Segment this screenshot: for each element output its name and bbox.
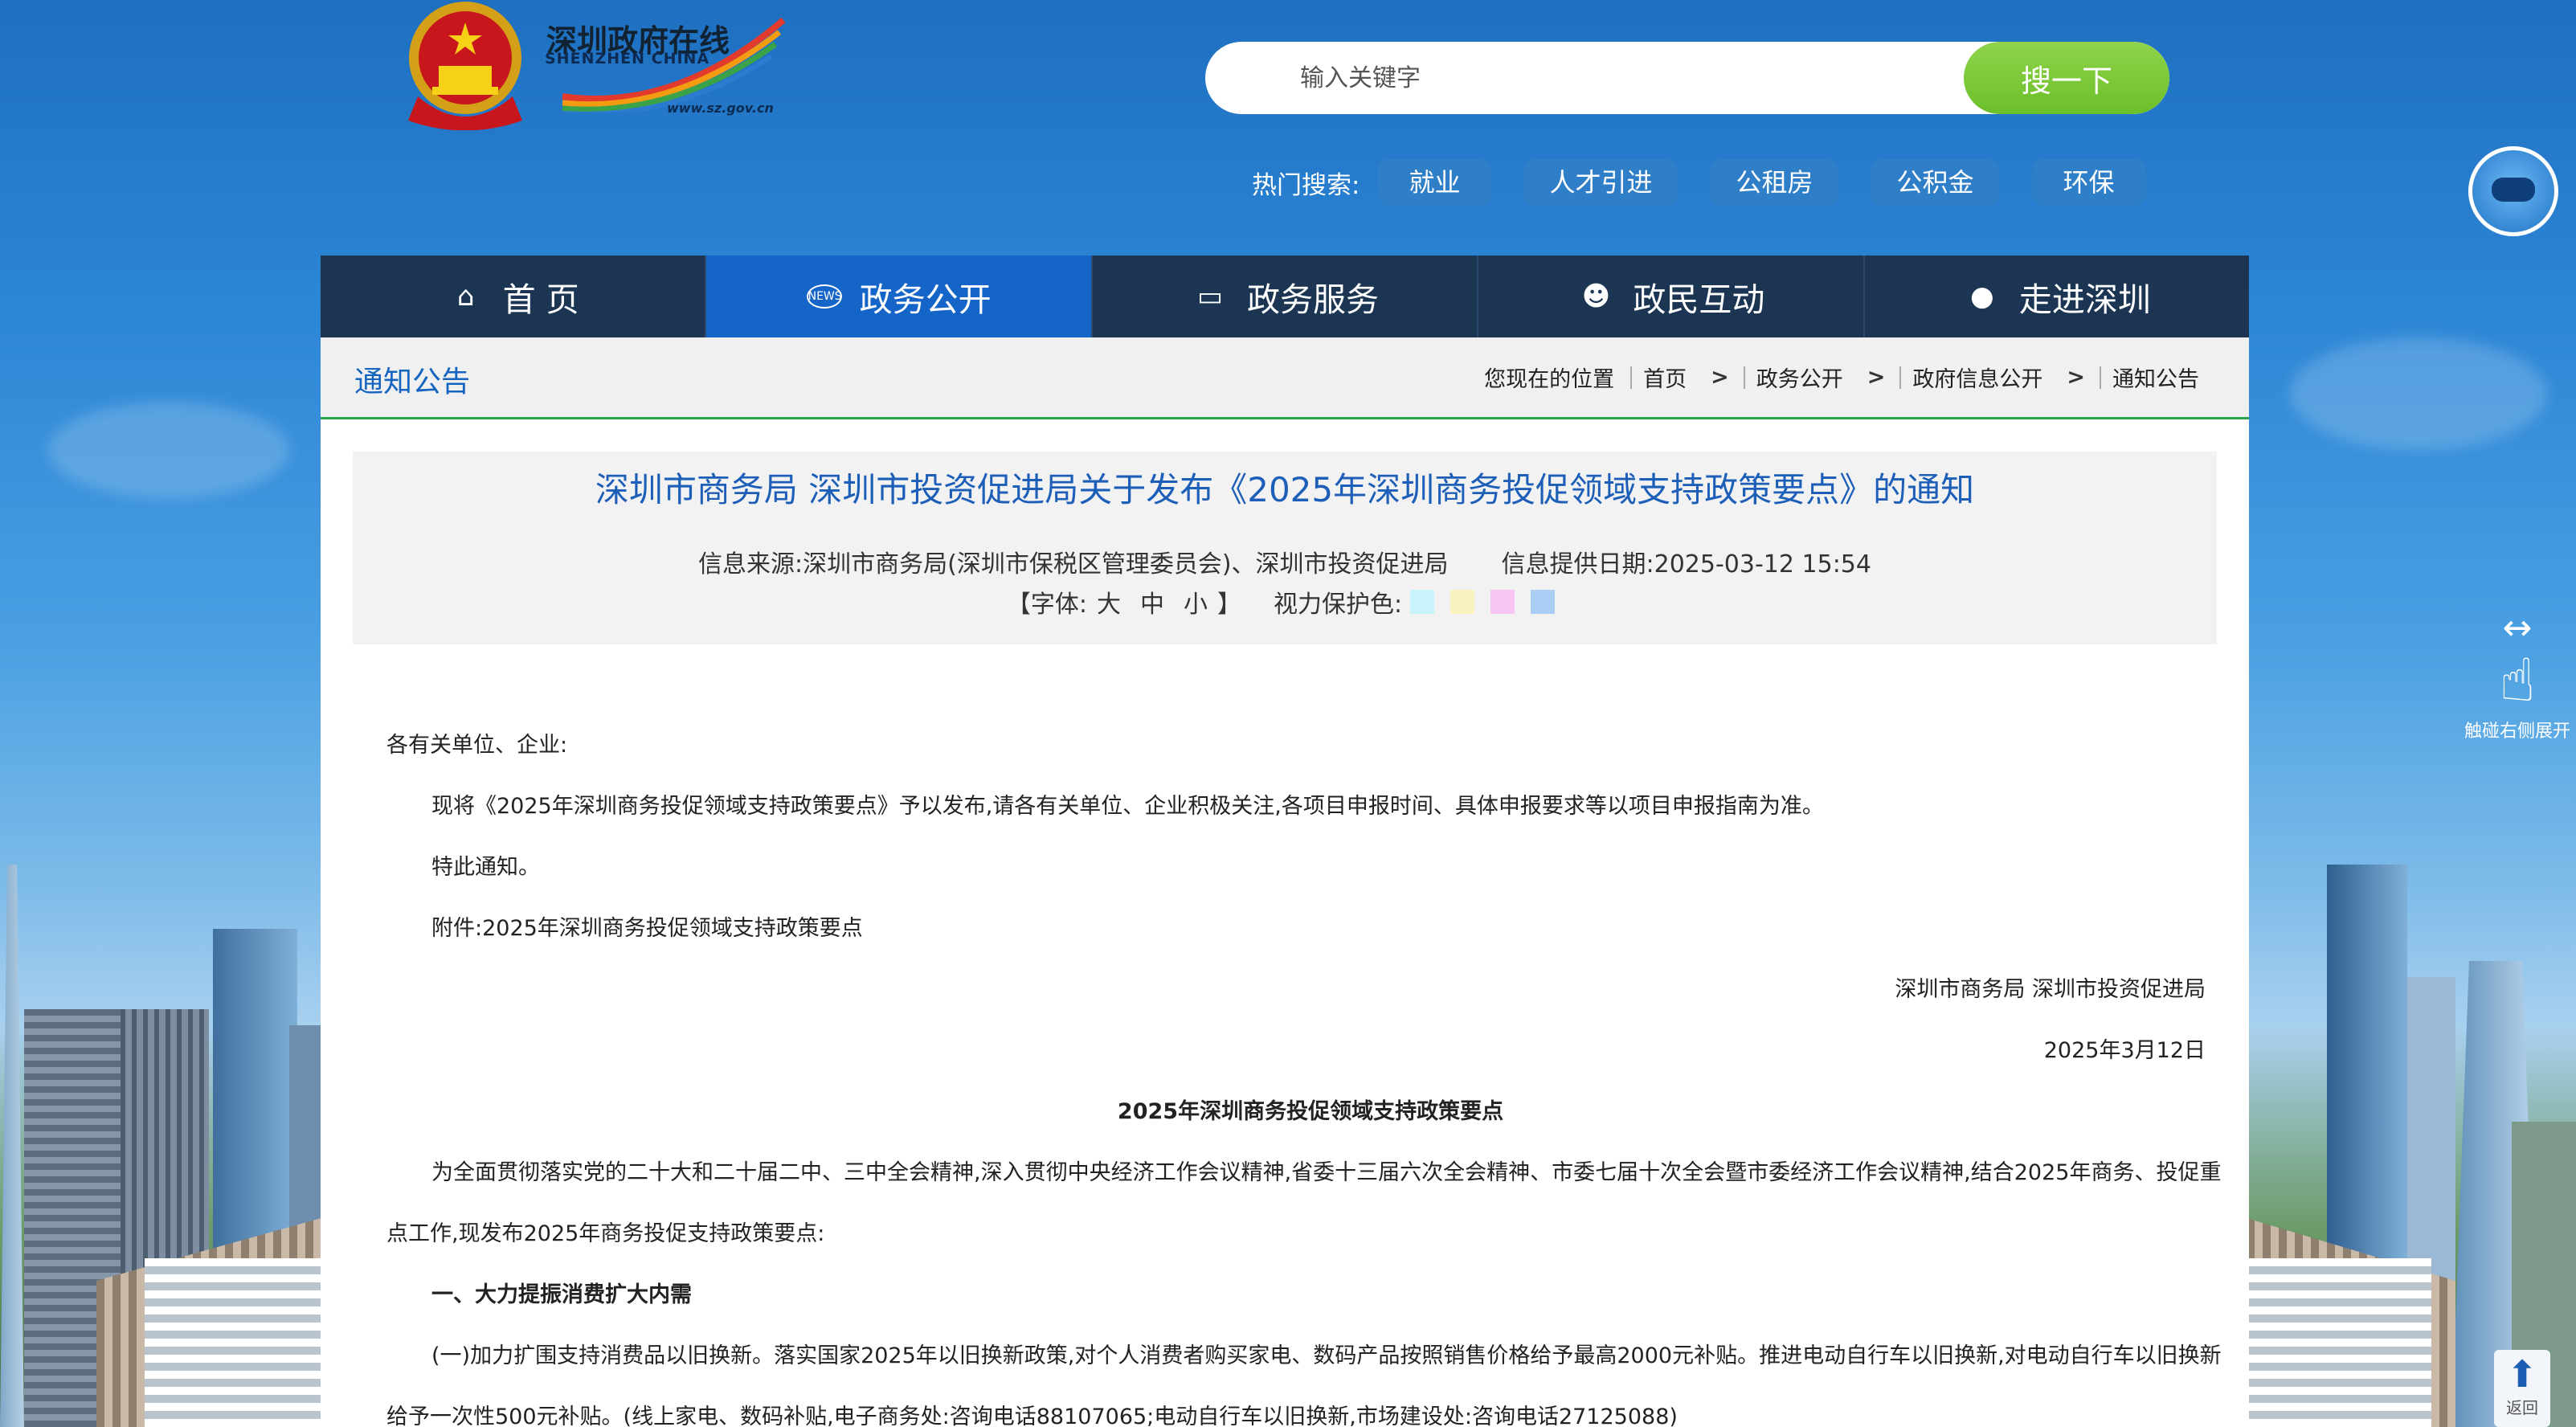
paragraph: 为全面贯彻落实党的二十大和二十届二中、三中全会精神,深入贯彻中央经济工作会议精神… <box>386 1160 2222 1246</box>
nav-government-affairs-label: 政务公开 <box>859 280 992 319</box>
site-logo[interactable]: 深圳政府在线 SHENZHEN CHINA www.sz.gov.cn <box>402 0 787 133</box>
font-size-controls: 【字体: 大 中 小 】 视力保护色: <box>353 584 2217 619</box>
eye-color-blue-swatch[interactable] <box>1531 590 1556 614</box>
font-large-button[interactable]: 大 <box>1097 584 1121 619</box>
nav-about-shenzhen-label: 走进深圳 <box>2018 280 2151 319</box>
logo-url-text: www.sz.gov.cn <box>667 100 774 116</box>
paragraph: 各有关单位、企业: <box>386 733 568 758</box>
hot-tag-employment[interactable]: 就业 <box>1377 159 1492 206</box>
eye-color-cyan-swatch[interactable] <box>1410 590 1435 614</box>
breadcrumb-notices[interactable]: 通知公告 <box>2112 362 2199 393</box>
breadcrumb: 您现在的位置 首页 > 政务公开 > 政府信息公开 > 通知公告 <box>1484 362 2199 393</box>
search-input[interactable] <box>1205 42 1964 114</box>
hot-search-label: 热门搜索: <box>1252 170 1360 200</box>
eye-color-yellow-swatch[interactable] <box>1450 590 1475 614</box>
breadcrumb-info-disclosure[interactable]: 政府信息公开 <box>1912 362 2042 393</box>
breadcrumb-home[interactable]: 首页 <box>1643 362 1687 393</box>
nav-public-interaction-label: 政民互动 <box>1633 280 1765 319</box>
attachment-link[interactable]: 附件:2025年深圳商务投促领域支持政策要点 <box>386 898 2235 959</box>
font-label: 【字体: <box>1006 591 1087 619</box>
article-title: 深圳市商务局 深圳市投资促进局关于发布《2025年深圳商务投促领域支持政策要点》… <box>595 470 1975 509</box>
chat-icon: ● <box>1969 280 1994 313</box>
nav-about-shenzhen[interactable]: ● 走进深圳 <box>1865 256 2249 337</box>
hot-tag-housing-fund[interactable]: 公积金 <box>1871 159 2000 206</box>
news-icon: NEWS <box>806 284 842 309</box>
search-bar: 搜一下 <box>1205 42 2169 114</box>
nav-government-services-label: 政务服务 <box>1247 280 1380 319</box>
hot-search: 热门搜索: 就业 人才引进 公租房 公积金 环保 <box>1252 159 2178 206</box>
side-expand-hint[interactable]: ↔ ☝ 触碰右侧展开 <box>2459 607 2576 749</box>
signature-org: 深圳市商务局 深圳市投资促进局 <box>1895 977 2206 1002</box>
article-body: 各有关单位、企业: 现将《2025年深圳商务投促领域支持政策要点》予以发布,请各… <box>386 715 2235 1427</box>
font-medium-button[interactable]: 中 <box>1140 584 1164 619</box>
nav-government-services[interactable]: ▭ 政务服务 <box>1093 256 1479 337</box>
font-small-button[interactable]: 小 <box>1184 584 1208 619</box>
eye-color-pink-swatch[interactable] <box>1490 590 1515 614</box>
hot-tag-public-housing[interactable]: 公租房 <box>1710 159 1839 206</box>
eye-protection-label: 视力保护色: <box>1274 591 1403 619</box>
back-to-top-button[interactable]: ⬆ 返回 <box>2494 1350 2550 1427</box>
right-skyline-image <box>2247 865 2576 1427</box>
breadcrumb-label: 您现在的位置 <box>1484 367 1615 392</box>
people-icon: ☻ <box>1581 280 1611 313</box>
assistant-robot-icon[interactable] <box>2468 146 2558 236</box>
monitor-icon: ▭ <box>1196 280 1224 313</box>
section-heading: 一、大力提振消费扩大内需 <box>431 1282 692 1307</box>
left-skyline-image <box>0 865 321 1427</box>
content-panel: 通知公告 您现在的位置 首页 > 政务公开 > 政府信息公开 > 通知公告 深圳… <box>321 337 2249 1427</box>
arrow-up-icon: ⬆ <box>2506 1352 2538 1396</box>
left-right-arrow-icon: ↔ <box>2502 607 2533 648</box>
attachment-title: 2025年深圳商务投促领域支持政策要点 <box>1117 1099 1504 1124</box>
section-title[interactable]: 通知公告 <box>354 358 470 400</box>
cloud <box>48 402 289 498</box>
rainbow-swoosh-icon <box>562 17 786 112</box>
hot-tag-environment[interactable]: 环保 <box>2031 159 2146 206</box>
main-nav: ⌂ 首 页 NEWS 政务公开 ▭ 政务服务 ☻ 政民互动 ● 走进深圳 <box>321 256 2249 337</box>
article-source: 信息来源:深圳市商务局(深圳市保税区管理委员会)、深圳市投资促进局 <box>698 550 1449 579</box>
font-close: 】 <box>1217 591 1241 619</box>
nav-public-interaction[interactable]: ☻ 政民互动 <box>1478 256 1865 337</box>
nav-home[interactable]: ⌂ 首 页 <box>321 256 707 337</box>
article-date: 信息提供日期:2025-03-12 15:54 <box>1501 550 1871 579</box>
nav-government-affairs[interactable]: NEWS 政务公开 <box>706 256 1093 337</box>
paragraph: 特此通知。 <box>431 855 540 880</box>
back-to-top-label: 返回 <box>2506 1398 2538 1417</box>
hand-pointer-icon: ☝ <box>2499 646 2536 715</box>
section-header: 通知公告 您现在的位置 首页 > 政务公开 > 政府信息公开 > 通知公告 <box>321 337 2249 419</box>
paragraph: (一)加力扩围支持消费品以旧换新。落实国家2025年以旧换新政策,对个人消费者购… <box>386 1343 2222 1427</box>
paragraph: 现将《2025年深圳商务投促领域支持政策要点》予以发布,请各有关单位、企业积极关… <box>431 794 1824 819</box>
breadcrumb-government-affairs[interactable]: 政务公开 <box>1756 362 1843 393</box>
search-button[interactable]: 搜一下 <box>1964 42 2169 114</box>
cloud <box>2290 337 2547 450</box>
national-emblem-icon <box>408 2 522 130</box>
article-header: 深圳市商务局 深圳市投资促进局关于发布《2025年深圳商务投促领域支持政策要点》… <box>353 452 2217 644</box>
article-meta: 信息来源:深圳市商务局(深圳市保税区管理委员会)、深圳市投资促进局 信息提供日期:… <box>353 544 2217 579</box>
signature-date: 2025年3月12日 <box>2043 1038 2206 1063</box>
side-hint-text: 触碰右侧展开 <box>2464 722 2570 742</box>
nav-home-label: 首 页 <box>502 280 579 319</box>
hot-tag-talent[interactable]: 人才引进 <box>1523 159 1678 206</box>
home-icon: ⌂ <box>456 280 475 313</box>
